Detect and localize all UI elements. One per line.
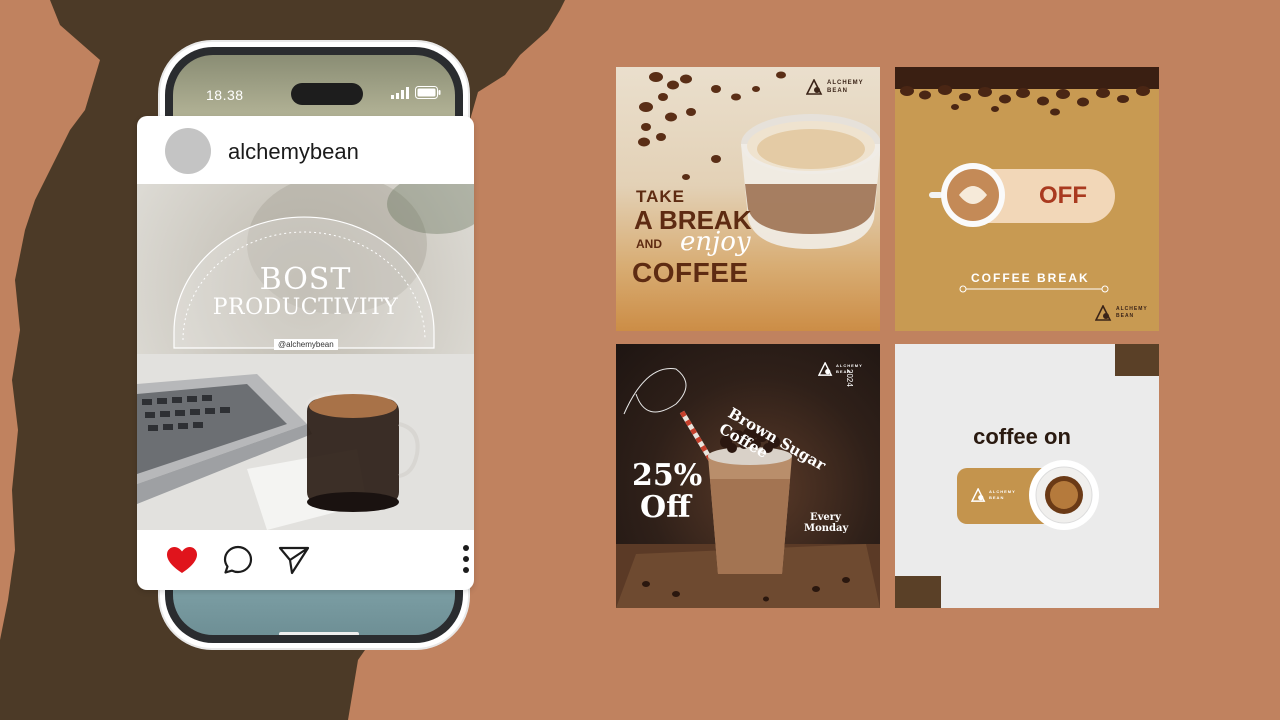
- headline-line1: BOST: [259, 262, 352, 297]
- latte-cup-topview: [929, 163, 1005, 227]
- brand-line2: BEAN: [827, 88, 849, 94]
- brand-logo: ALCHEMY BEAN: [1095, 305, 1148, 321]
- brand-line1: ALCHEMY: [1116, 306, 1148, 312]
- status-icons: [391, 86, 441, 99]
- enjoy-text: enjoy: [680, 227, 751, 257]
- brand-line1: ALCHEMY: [827, 80, 864, 86]
- brand-line2: BEAN: [836, 369, 852, 374]
- discount-word: Off: [640, 490, 691, 525]
- take-text: TAKE: [636, 187, 686, 206]
- brand-line2: BEAN: [1116, 313, 1135, 319]
- handle-tag: @alchemybean: [274, 339, 338, 350]
- coffee-on-title: coffee on: [973, 424, 1071, 449]
- status-time: 18.38: [206, 87, 244, 103]
- post-header: alchemybean: [137, 116, 474, 184]
- brand-logo-icon: [971, 488, 986, 502]
- caption-rule: [959, 285, 1109, 293]
- every-text: Every: [810, 512, 841, 523]
- dynamic-island: [291, 83, 363, 105]
- post-brown-sugar-coffee[interactable]: 25% Off Brown Sugar Coffee Every Monday …: [616, 344, 880, 608]
- corner-block-bottom-left: [895, 576, 941, 608]
- post-coffee-on[interactable]: coffee on ALCHEMY BEAN: [895, 344, 1159, 608]
- comment-icon[interactable]: [223, 545, 253, 575]
- brand-logo: ALCHEMY BEAN: [971, 488, 1016, 502]
- latte-glass: [741, 114, 880, 249]
- post-take-a-break[interactable]: TAKE A BREAK AND enjoy COFFEE ALCHEMY BE…: [616, 67, 880, 331]
- more-icon[interactable]: [462, 544, 470, 574]
- coffee-break-caption: COFFEE BREAK: [971, 271, 1090, 285]
- and-text: AND: [636, 237, 662, 251]
- post-image: BOST PRODUCTIVITY @alchemybean: [137, 184, 474, 530]
- brand-logo: ALCHEMY BEAN: [806, 79, 864, 95]
- coffee-beans-border: [895, 67, 1159, 116]
- discount-percent: 25%: [632, 458, 703, 493]
- brand-logo: ALCHEMY BEAN: [818, 362, 863, 376]
- home-indicator[interactable]: [279, 632, 359, 635]
- post-coffee-break-offer[interactable]: OFF COFFEE BREAK ALCHEMY BEAN: [895, 67, 1159, 331]
- instagram-post-card: alchemybean BOST PRODUCTIVITY @alchemybe…: [137, 116, 474, 590]
- espresso-cup-topview: [1029, 460, 1099, 530]
- brand-logo-icon: [1095, 305, 1112, 321]
- battery-icon: [415, 86, 441, 99]
- brand-logo-icon: [818, 362, 833, 376]
- corner-block-top-right: [1115, 344, 1159, 376]
- heart-icon[interactable]: [166, 546, 198, 574]
- post-actions: [137, 530, 474, 590]
- off-text: OFF: [1039, 182, 1087, 209]
- coffee-text: COFFEE: [632, 257, 749, 288]
- username[interactable]: alchemybean: [228, 139, 359, 165]
- headline-line2: PRODUCTIVITY: [212, 295, 399, 320]
- day-text: Monday: [804, 523, 849, 534]
- brand-line2: BEAN: [989, 495, 1005, 500]
- avatar[interactable]: [165, 128, 211, 174]
- brand-logo-icon: [806, 79, 823, 95]
- share-icon[interactable]: [278, 545, 310, 575]
- signal-icon: [391, 86, 409, 99]
